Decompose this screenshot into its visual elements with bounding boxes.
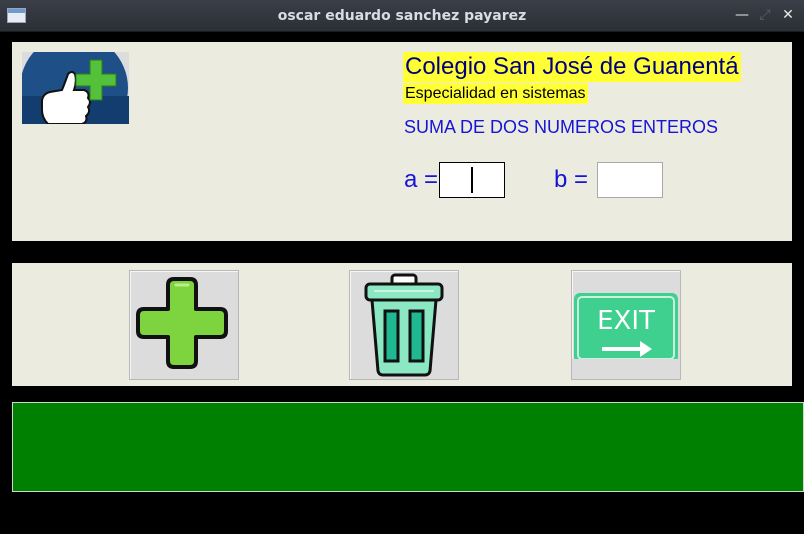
add-button[interactable]	[129, 270, 239, 380]
b-input[interactable]	[597, 162, 663, 198]
toolbar-panel: EXIT	[12, 263, 792, 386]
thumbs-up-plus-logo	[22, 52, 129, 124]
clear-button[interactable]	[349, 270, 459, 380]
minimize-button[interactable]: —	[733, 6, 751, 24]
trash-icon	[364, 273, 444, 377]
result-panel	[12, 402, 804, 492]
title-bar[interactable]: oscar eduardo sanchez payarez — ⤢ ✕	[0, 0, 804, 32]
b-label: b =	[554, 166, 589, 193]
header-panel: Colegio San José de Guanentá Especialida…	[12, 42, 792, 241]
window-title: oscar eduardo sanchez payarez	[277, 8, 527, 24]
specialty-label: Especialidad en sistemas	[403, 83, 588, 104]
plus-icon	[136, 277, 228, 369]
a-label: a =	[404, 166, 439, 193]
exit-sign-icon: EXIT	[572, 293, 680, 379]
text-caret	[471, 167, 473, 193]
maximize-button[interactable]: ⤢	[756, 6, 774, 24]
page-heading: SUMA DE DOS NUMEROS ENTEROS	[404, 117, 719, 137]
a-input[interactable]	[439, 162, 505, 198]
exit-sign-text: EXIT	[597, 306, 655, 336]
exit-button[interactable]: EXIT	[571, 270, 681, 380]
close-button[interactable]: ✕	[779, 6, 797, 24]
school-name: Colegio San José de Guanentá	[403, 52, 741, 82]
